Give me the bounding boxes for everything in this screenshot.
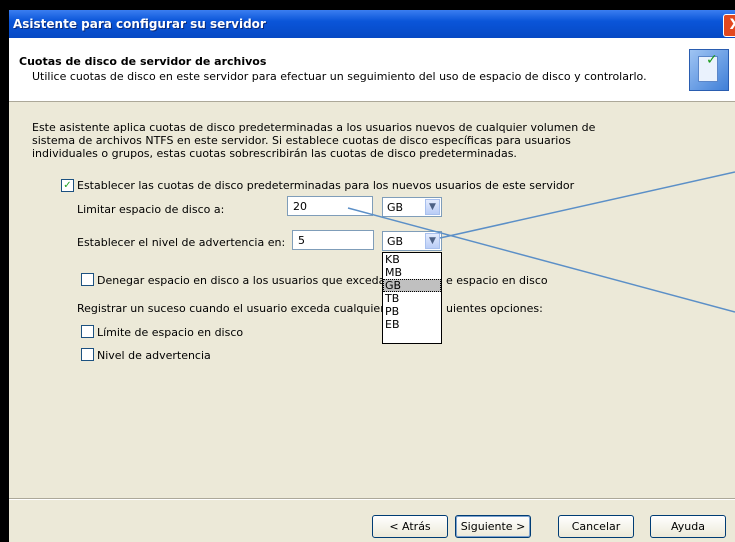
page-subtitle: Utilice cuotas de disco en este servidor… bbox=[32, 70, 647, 83]
wizard-header: Cuotas de disco de servidor de archivos … bbox=[9, 38, 735, 102]
next-button[interactable]: Siguiente > bbox=[455, 515, 531, 538]
chevron-down-icon[interactable]: ▼ bbox=[425, 233, 440, 249]
window-title: Asistente para configurar su servidor bbox=[13, 17, 266, 31]
set-default-quota-label: Establecer las cuotas de disco predeterm… bbox=[77, 179, 575, 192]
limit-unit-value: GB bbox=[387, 201, 404, 214]
unit-option[interactable]: PB bbox=[383, 305, 441, 318]
unit-option[interactable]: MB bbox=[383, 266, 441, 279]
deny-space-label-tail: e espacio en disco bbox=[446, 274, 548, 287]
log-limit-label: Límite de espacio en disco bbox=[97, 326, 244, 339]
close-button[interactable]: X bbox=[723, 14, 735, 37]
chevron-down-icon[interactable]: ▼ bbox=[425, 199, 440, 215]
page-title: Cuotas de disco de servidor de archivos bbox=[19, 55, 267, 68]
warning-value-input[interactable]: 5 bbox=[292, 230, 374, 250]
help-button[interactable]: Ayuda bbox=[650, 515, 726, 538]
log-event-label: Registrar un suceso cuando el usuario ex… bbox=[77, 302, 392, 315]
title-bar[interactable]: Asistente para configurar su servidor X bbox=[9, 10, 735, 38]
footer-separator bbox=[9, 498, 735, 500]
limit-label: Limitar espacio de disco a: bbox=[77, 203, 225, 216]
log-warning-checkbox[interactable] bbox=[81, 348, 94, 361]
warning-unit-value: GB bbox=[387, 235, 404, 248]
unit-option[interactable]: EB bbox=[383, 318, 441, 331]
screen-background-top bbox=[0, 0, 735, 10]
unit-dropdown-list[interactable]: KB MB GB TB PB EB bbox=[382, 252, 442, 344]
limit-unit-select[interactable]: GB ▼ bbox=[382, 197, 442, 217]
server-quota-icon: ✓ bbox=[689, 49, 729, 91]
unit-option[interactable]: KB bbox=[383, 253, 441, 266]
deny-space-label: Denegar espacio en disco a los usuarios … bbox=[97, 274, 393, 287]
intro-line-3: individuales o grupos, estas cuotas sobr… bbox=[32, 147, 517, 160]
cancel-button[interactable]: Cancelar bbox=[558, 515, 634, 538]
limit-value-input[interactable]: 20 bbox=[287, 196, 373, 216]
back-button[interactable]: < Atrás bbox=[372, 515, 448, 538]
warning-label: Establecer el nivel de advertencia en: bbox=[77, 236, 286, 249]
warning-unit-select[interactable]: GB ▼ bbox=[382, 231, 442, 251]
log-event-label-tail: uientes opciones: bbox=[446, 302, 543, 315]
unit-option[interactable]: TB bbox=[383, 292, 441, 305]
intro-line-1: Este asistente aplica cuotas de disco pr… bbox=[32, 121, 596, 134]
unit-option-selected[interactable]: GB bbox=[383, 279, 441, 292]
set-default-quota-checkbox[interactable]: ✓ bbox=[61, 179, 74, 192]
log-warning-label: Nivel de advertencia bbox=[97, 349, 211, 362]
screen-background-left bbox=[0, 0, 9, 542]
wizard-window: Asistente para configurar su servidor X … bbox=[9, 10, 735, 542]
deny-space-checkbox[interactable] bbox=[81, 273, 94, 286]
log-limit-checkbox[interactable] bbox=[81, 325, 94, 338]
intro-line-2: sistema de archivos NTFS en este servido… bbox=[32, 134, 571, 147]
